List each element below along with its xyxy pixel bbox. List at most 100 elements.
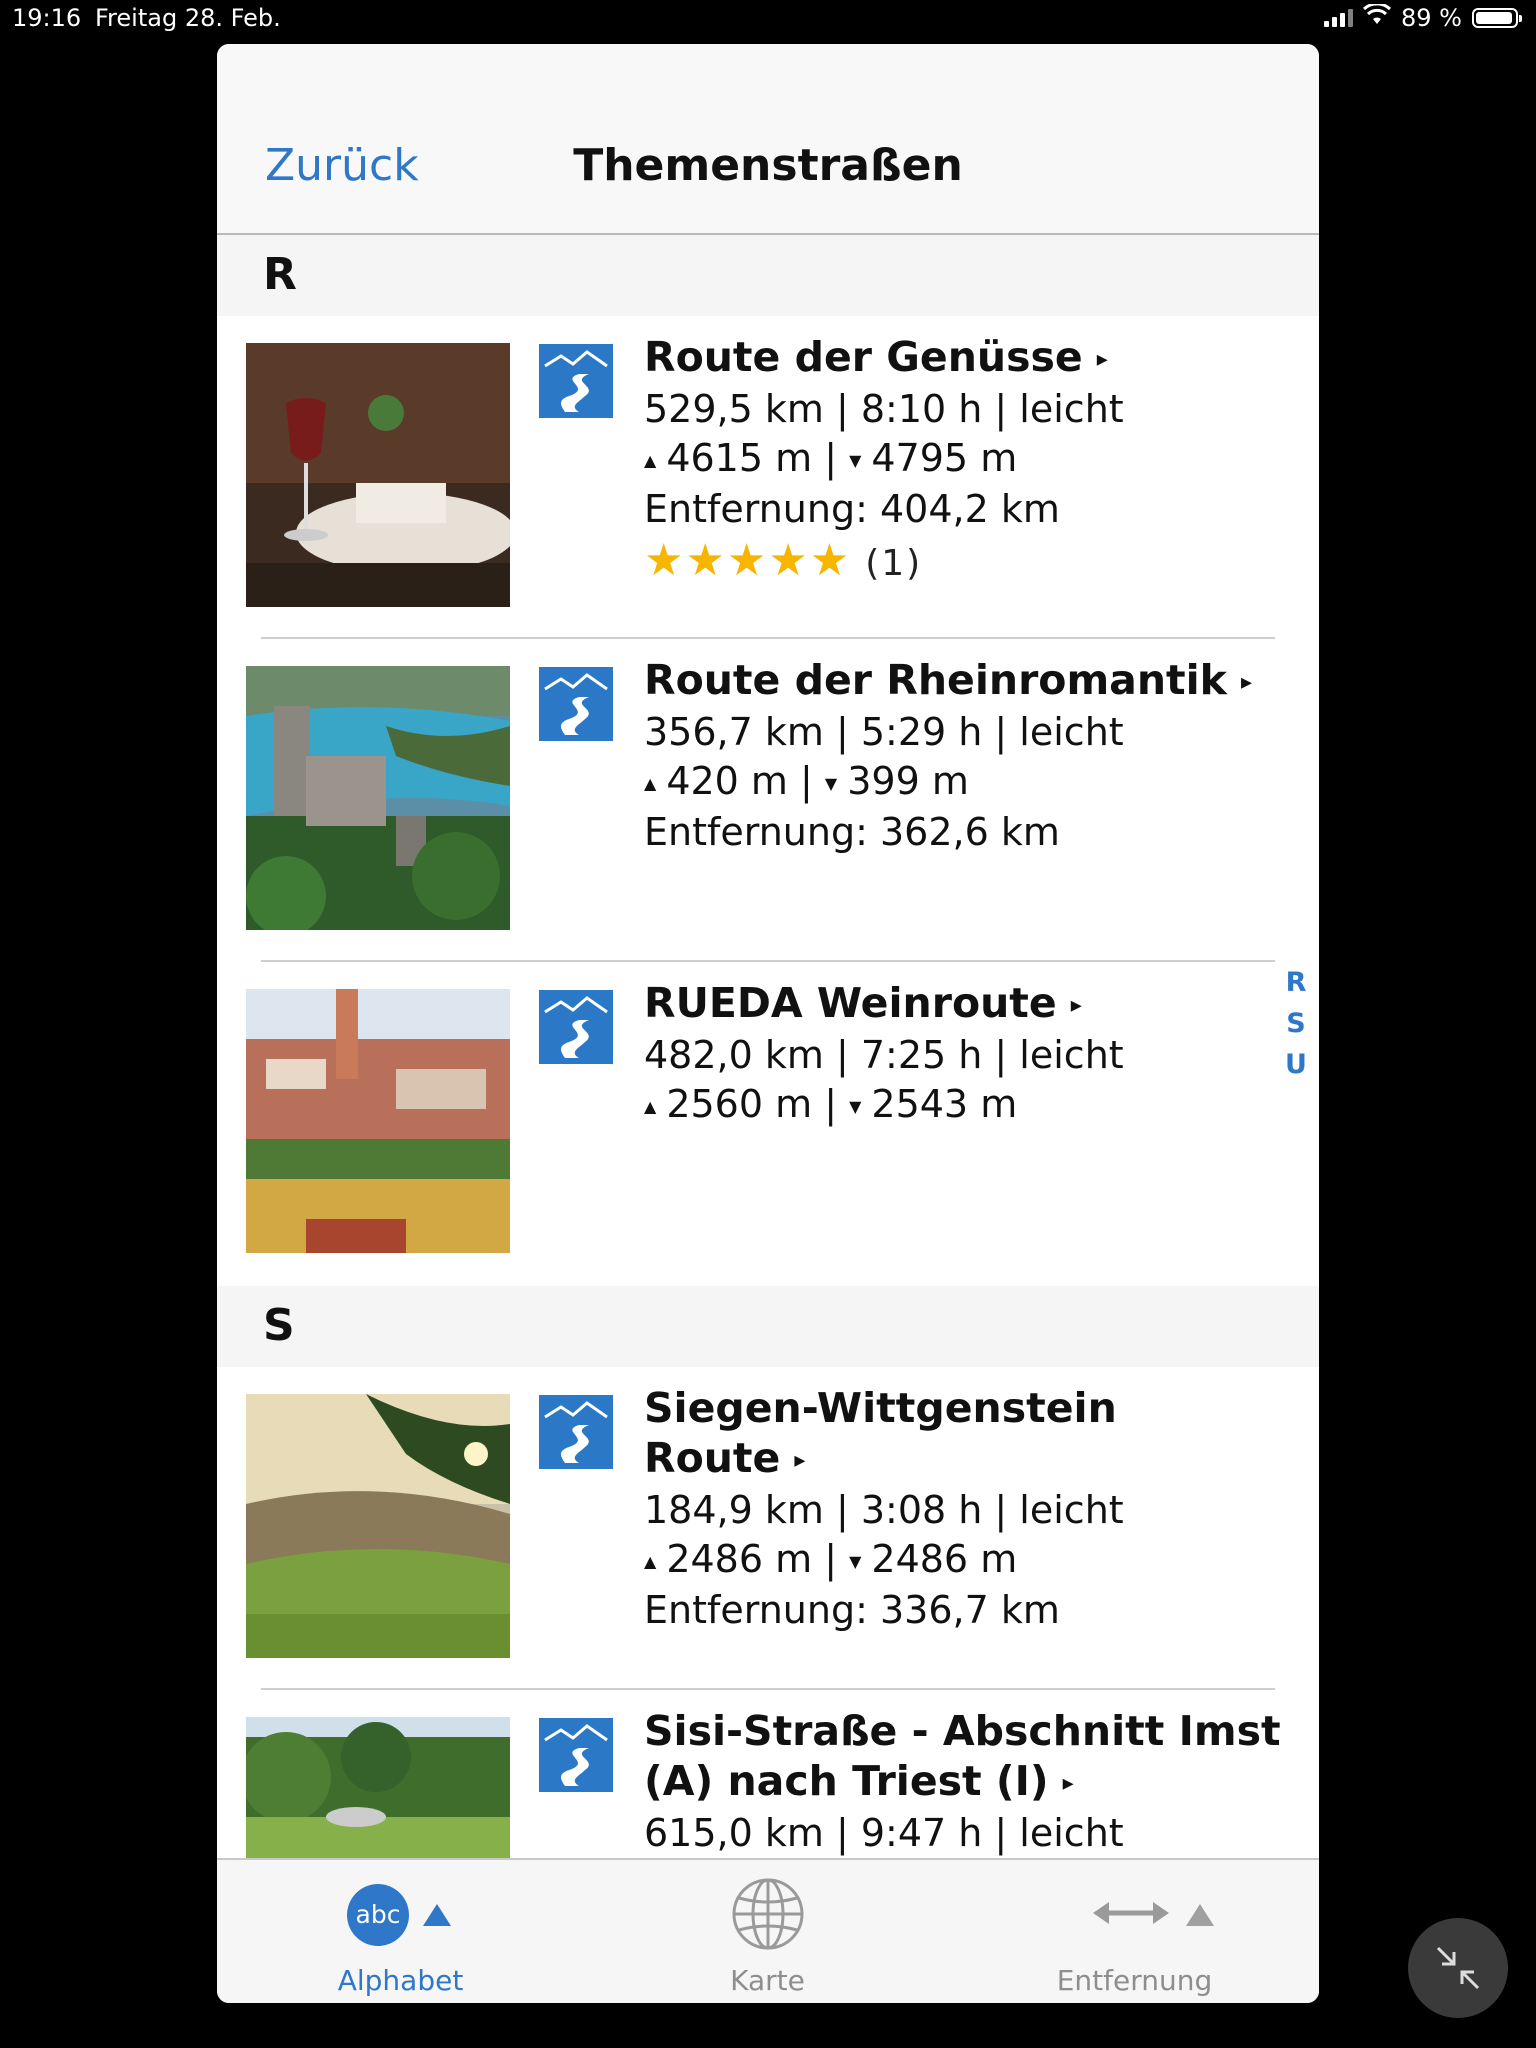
route-distance: Entfernung: 404,2 km bbox=[644, 487, 1060, 531]
route-title-text: Sisi-Straße - Abschnitt Imst (A) nach Tr… bbox=[644, 1707, 1281, 1805]
ascent-value: 2486 m bbox=[666, 1537, 813, 1581]
route-icon bbox=[539, 344, 613, 418]
route-thumbnail bbox=[246, 1717, 510, 1860]
route-title: Sisi-Straße - Abschnitt Imst (A) nach Tr… bbox=[644, 1706, 1289, 1809]
tab-bar: abc Alphabet Karte Entfernung bbox=[217, 1858, 1319, 2003]
route-row-sisi-strasse[interactable]: Sisi-Straße - Abschnitt Imst (A) nach Tr… bbox=[217, 1690, 1319, 1860]
route-thumbnail bbox=[246, 343, 510, 607]
globe-icon bbox=[732, 1878, 804, 1950]
double-arrow-icon bbox=[1093, 1902, 1169, 1924]
tab-label: Alphabet bbox=[337, 1964, 464, 1997]
route-thumbnail bbox=[246, 989, 510, 1253]
route-title: Siegen-Wittgenstein Route ▸ bbox=[644, 1383, 1289, 1486]
descent-value: 4795 m bbox=[871, 436, 1018, 480]
collapse-button[interactable] bbox=[1408, 1918, 1508, 2018]
abc-icon: abc bbox=[347, 1884, 409, 1946]
descent-icon: ▼ bbox=[849, 451, 862, 470]
route-thumbnail bbox=[246, 666, 510, 930]
ascent-icon: ▲ bbox=[644, 451, 657, 470]
descent-value: 2543 m bbox=[871, 1082, 1018, 1126]
route-elevation: ▲ 4615 m | ▼ 4795 m bbox=[644, 436, 1018, 480]
tab-label: Karte bbox=[730, 1964, 805, 1997]
route-row-rueda[interactable]: RUEDA Weinroute ▸ 482,0 km | 7:25 h | lei… bbox=[217, 962, 1319, 1286]
route-elevation: ▲ 2560 m | ▼ 2543 m bbox=[644, 1082, 1018, 1126]
disclosure-arrow-icon: ▸ bbox=[1240, 670, 1252, 695]
disclosure-arrow-icon: ▸ bbox=[1062, 1771, 1074, 1796]
ascent-icon: ▲ bbox=[644, 774, 657, 793]
route-title-text: Route der Genüsse bbox=[644, 333, 1083, 381]
route-row-siegen-wittgenstein[interactable]: Siegen-Wittgenstein Route ▸ 184,9 km | 3:… bbox=[217, 1367, 1319, 1690]
disclosure-arrow-icon: ▸ bbox=[1070, 993, 1082, 1018]
wifi-icon bbox=[1362, 2, 1392, 32]
sort-ascending-icon bbox=[1186, 1904, 1214, 1926]
route-distance: Entfernung: 362,6 km bbox=[644, 810, 1060, 854]
signal-icon bbox=[1324, 9, 1354, 27]
route-info: Siegen-Wittgenstein Route ▸ 184,9 km | 3:… bbox=[644, 1383, 1289, 1635]
route-row-rheinromantik[interactable]: Route der Rheinromantik ▸ 356,7 km | 5:29… bbox=[217, 639, 1319, 962]
ascent-value: 4615 m bbox=[666, 436, 813, 480]
route-info: Route der Rheinromantik ▸ 356,7 km | 5:29… bbox=[644, 655, 1289, 857]
route-elevation: ▲ 2486 m | ▼ 2486 m bbox=[644, 1537, 1018, 1581]
tab-map[interactable]: Karte bbox=[584, 1860, 951, 2003]
ascent-value: 420 m bbox=[666, 759, 788, 803]
route-list[interactable]: R Route der Genüsse ▸ 529,5 km | 8:10 h |… bbox=[217, 235, 1319, 1860]
status-time: 19:16 bbox=[12, 4, 82, 32]
descent-value: 2486 m bbox=[871, 1537, 1018, 1581]
status-date: Freitag 28. Feb. bbox=[95, 4, 281, 32]
descent-icon: ▼ bbox=[824, 774, 838, 793]
section-header-s: S bbox=[217, 1286, 1319, 1367]
route-icon bbox=[539, 667, 613, 741]
route-elevation: ▲ 420 m | ▼ 399 m bbox=[644, 759, 969, 803]
section-header-r: R bbox=[217, 235, 1319, 316]
collapse-arrows-icon bbox=[1436, 1946, 1480, 1990]
themenstrassen-sheet: Zurück Themenstraßen R Route der Genüsse… bbox=[217, 44, 1319, 2003]
ascent-icon: ▲ bbox=[644, 1552, 657, 1571]
route-title: Route der Genüsse ▸ bbox=[644, 332, 1289, 385]
battery-percent: 89 % bbox=[1401, 4, 1462, 32]
descent-icon: ▼ bbox=[849, 1552, 862, 1571]
route-row-genuesse[interactable]: Route der Genüsse ▸ 529,5 km | 8:10 h | l… bbox=[217, 316, 1319, 639]
route-icon bbox=[539, 1718, 613, 1792]
navigation-bar: Zurück Themenstraßen bbox=[217, 44, 1319, 235]
disclosure-arrow-icon: ▸ bbox=[1096, 347, 1108, 372]
status-bar: 19:16 Freitag 28. Feb. 89 % bbox=[0, 0, 1536, 40]
rating-count: (1) bbox=[865, 543, 923, 584]
ascent-icon: ▲ bbox=[644, 1097, 657, 1116]
route-title: Route der Rheinromantik ▸ bbox=[644, 655, 1289, 708]
rating: ★★★★★ (1) bbox=[644, 534, 1289, 591]
route-title: RUEDA Weinroute ▸ bbox=[644, 978, 1289, 1031]
route-stats: 356,7 km | 5:29 h | leicht bbox=[644, 710, 1124, 754]
index-letter-s[interactable]: S bbox=[1285, 1003, 1307, 1044]
route-distance: Entfernung: 336,7 km bbox=[644, 1588, 1060, 1632]
route-title-text: Siegen-Wittgenstein Route bbox=[644, 1384, 1117, 1482]
ascent-value: 2560 m bbox=[666, 1082, 813, 1126]
route-title-text: Route der Rheinromantik bbox=[644, 656, 1227, 704]
page-title: Themenstraßen bbox=[573, 140, 963, 191]
star-rating-icon: ★★★★★ bbox=[644, 535, 852, 586]
tab-alphabet[interactable]: abc Alphabet bbox=[217, 1860, 584, 2003]
route-info: Route der Genüsse ▸ 529,5 km | 8:10 h | l… bbox=[644, 332, 1289, 591]
route-title-text: RUEDA Weinroute bbox=[644, 979, 1057, 1027]
route-stats: 529,5 km | 8:10 h | leicht bbox=[644, 387, 1124, 431]
sort-ascending-icon bbox=[423, 1904, 451, 1926]
route-thumbnail bbox=[246, 1394, 510, 1658]
battery-icon bbox=[1472, 8, 1522, 28]
tab-distance[interactable]: Entfernung bbox=[951, 1860, 1318, 2003]
descent-icon: ▼ bbox=[849, 1097, 862, 1116]
disclosure-arrow-icon: ▸ bbox=[794, 1448, 806, 1473]
section-letter: R bbox=[263, 249, 297, 300]
tab-label: Entfernung bbox=[1056, 1964, 1213, 1997]
route-icon bbox=[539, 1395, 613, 1469]
index-letter-u[interactable]: U bbox=[1285, 1044, 1307, 1085]
section-index[interactable]: R S U bbox=[1285, 962, 1307, 1085]
route-info: Sisi-Straße - Abschnitt Imst (A) nach Tr… bbox=[644, 1706, 1289, 1858]
index-letter-r[interactable]: R bbox=[1285, 962, 1307, 1003]
route-icon bbox=[539, 990, 613, 1064]
route-stats: 184,9 km | 3:08 h | leicht bbox=[644, 1488, 1124, 1532]
route-stats: 482,0 km | 7:25 h | leicht bbox=[644, 1033, 1124, 1077]
route-stats: 615,0 km | 9:47 h | leicht bbox=[644, 1811, 1124, 1855]
route-info: RUEDA Weinroute ▸ 482,0 km | 7:25 h | lei… bbox=[644, 978, 1289, 1131]
descent-value: 399 m bbox=[847, 759, 969, 803]
section-letter: S bbox=[263, 1300, 295, 1351]
status-right: 89 % bbox=[1324, 2, 1522, 32]
